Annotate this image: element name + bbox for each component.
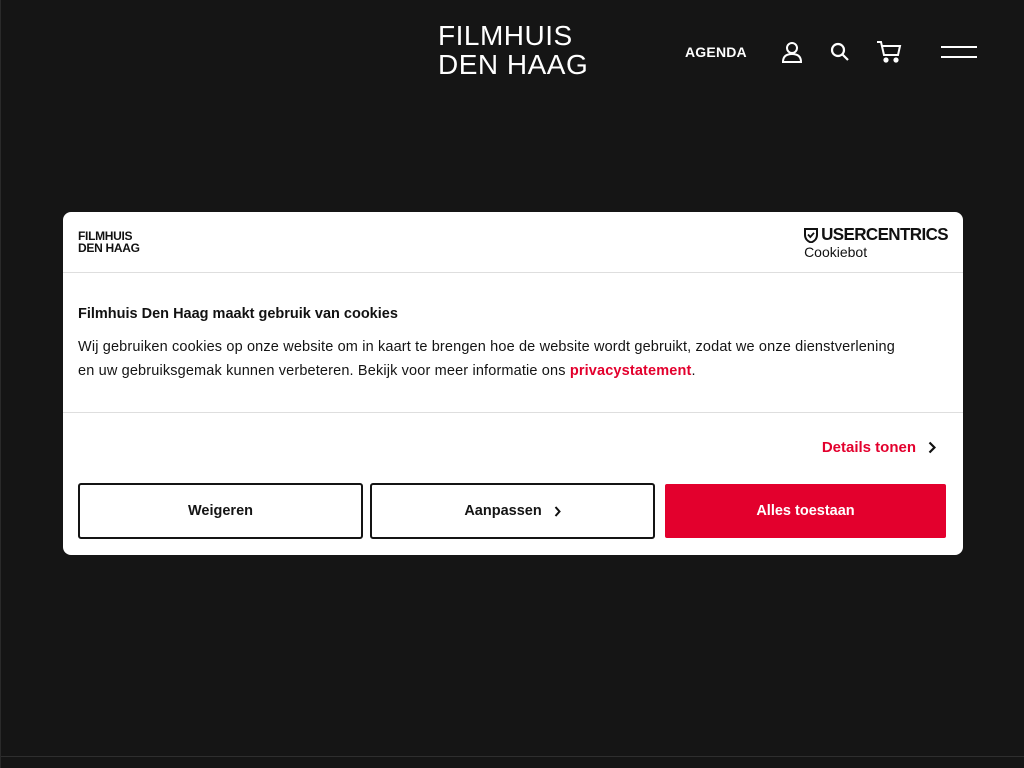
footer-divider [1,756,1024,757]
chevron-right-icon [928,441,936,454]
usercentrics-brand[interactable]: USERCENTRICS Cookiebot [804,224,949,260]
chevron-right-icon [554,505,561,517]
usercentrics-name: USERCENTRICS [821,224,949,245]
dialog-body: Filmhuis Den Haag maakt gebruik van cook… [63,273,963,413]
details-toggle-link[interactable]: Details tonen [822,439,936,456]
dialog-description-end: . [691,363,696,379]
menu-icon[interactable] [939,38,979,66]
dialog-logo: FILMHUIS DEN HAAG [78,230,140,254]
site-logo-line1: FILMHUIS [438,20,573,51]
accept-all-button[interactable]: Alles toestaan [665,484,946,538]
reject-button[interactable]: Weigeren [78,483,363,539]
search-icon[interactable] [826,38,854,66]
site-logo-line2: DEN HAAG [438,49,589,80]
cookie-consent-dialog: FILMHUIS DEN HAAG USERCENTRICS Cookiebot… [63,212,963,555]
cart-icon[interactable] [875,38,903,66]
dialog-title: Filmhuis Den Haag maakt gebruik van cook… [78,306,398,322]
accept-all-button-label: Alles toestaan [756,503,855,519]
dialog-logo-line2: DEN HAAG [78,241,140,255]
customize-button-label: Aanpassen [464,503,542,519]
dialog-header: FILMHUIS DEN HAAG USERCENTRICS Cookiebot [63,212,963,273]
customize-button[interactable]: Aanpassen [370,483,655,539]
user-icon[interactable] [778,38,806,66]
reject-button-label: Weigeren [187,503,253,519]
cookiebot-label: Cookiebot [804,244,868,260]
shield-icon [804,227,819,243]
page: FILMHUIS DEN HAAG AGENDA FILMHUIS DEN HA… [0,0,1024,768]
dialog-description-text: Wij gebruiken cookies op onze website om… [78,339,895,379]
usercentrics-brand-top: USERCENTRICS [804,224,949,245]
details-label: Details tonen [821,439,916,456]
nav-agenda-link[interactable]: AGENDA [685,44,747,60]
privacy-statement-link[interactable]: privacystatement [570,363,692,379]
site-logo[interactable]: FILMHUIS DEN HAAG [438,22,588,80]
dialog-description: Wij gebruiken cookies op onze website om… [78,335,908,383]
